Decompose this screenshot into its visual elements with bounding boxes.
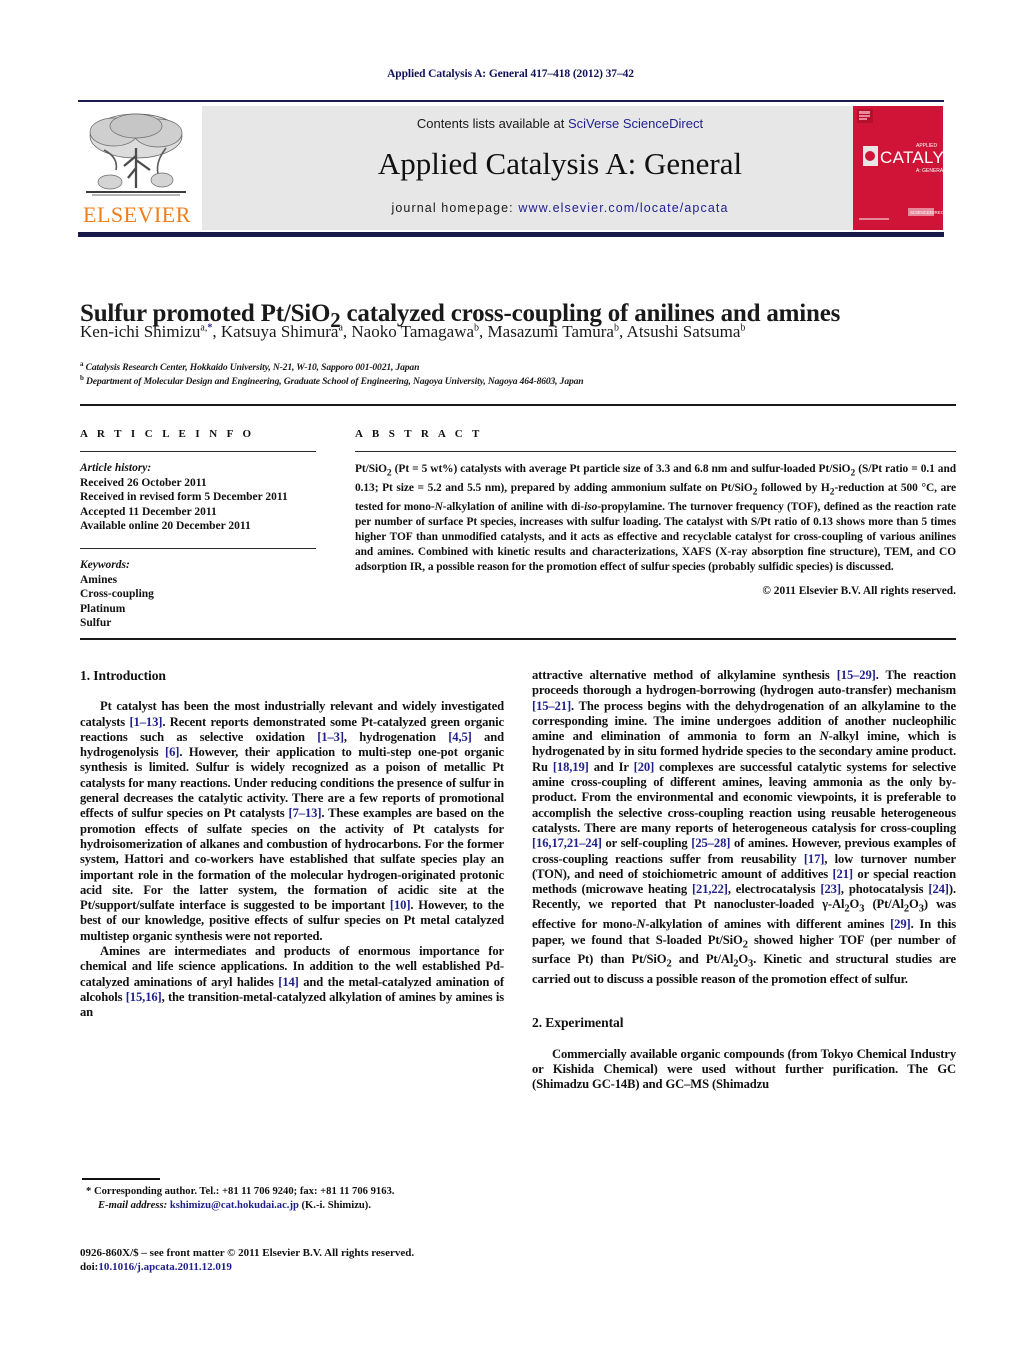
elsevier-wordmark: ELSEVIER bbox=[83, 202, 191, 227]
info-band-bottom-rule bbox=[80, 638, 956, 640]
affiliation-b: b Department of Molecular Design and Eng… bbox=[80, 374, 960, 387]
email-note: E-mail address: kshimizu@cat.hokudai.ac.… bbox=[80, 1199, 504, 1213]
svg-text:SCIENCEDIRECT: SCIENCEDIRECT bbox=[910, 210, 943, 215]
info-band-top-rule bbox=[80, 404, 956, 406]
article-history-label: Article history: bbox=[80, 462, 152, 474]
author-affil-mark: b bbox=[740, 322, 746, 334]
elsevier-logo[interactable]: ELSEVIER bbox=[78, 104, 196, 230]
affiliation-a: a Catalysis Research Center, Hokkaido Un… bbox=[80, 360, 960, 373]
journal-title: Applied Catalysis A: General bbox=[377, 146, 743, 181]
svg-text:CATALYSIS: CATALYSIS bbox=[880, 148, 943, 167]
paragraph: Commercially available organic compounds… bbox=[532, 1046, 956, 1092]
history-received: Received 26 October 2011 bbox=[80, 476, 207, 489]
copyright-line: © 2011 Elsevier B.V. All rights reserved… bbox=[762, 584, 956, 597]
keywords-divider bbox=[80, 547, 316, 549]
article-info-heading: A R T I C L E I N F O bbox=[80, 428, 255, 440]
article-info-column: A R T I C L E I N F O Article history: R… bbox=[80, 428, 316, 631]
history-online: Available online 20 December 2011 bbox=[80, 520, 251, 533]
footnote-rule bbox=[82, 1178, 160, 1180]
article-history-block: Article history: Received 26 October 201… bbox=[80, 461, 316, 534]
doi-link[interactable]: 10.1016/j.apcata.2011.12.019 bbox=[98, 1261, 232, 1273]
masthead-bottom-rule bbox=[78, 232, 944, 237]
doi-line: doi:10.1016/j.apcata.2011.12.019 bbox=[80, 1260, 550, 1274]
abstract-text: Pt/SiO2 (Pt = 5 wt%) catalysts with aver… bbox=[355, 463, 956, 573]
affiliation-text: Catalysis Research Center, Hokkaido Univ… bbox=[85, 362, 420, 374]
paragraph: Amines are intermediates and products of… bbox=[80, 944, 504, 1020]
contents-banner: Contents lists available at SciVerse Sci… bbox=[202, 106, 918, 230]
section-heading-experimental: 2. Experimental bbox=[532, 1015, 624, 1031]
email-owner: (K.-i. Shimizu). bbox=[298, 1199, 371, 1211]
homepage-prefix: journal homepage: bbox=[391, 201, 519, 215]
author-name[interactable]: Masazumi Tamura bbox=[488, 322, 614, 341]
author-affil-mark: b bbox=[613, 322, 619, 334]
affiliation-text: Department of Molecular Design and Engin… bbox=[86, 376, 584, 388]
journal-masthead: ELSEVIER Contents lists available at Sci… bbox=[78, 104, 944, 230]
imprint-block: 0926-860X/$ – see front matter © 2011 El… bbox=[80, 1246, 550, 1275]
affiliation-mark: b bbox=[80, 374, 84, 382]
keyword-item[interactable]: Amines bbox=[80, 573, 316, 588]
author-affil-mark: a bbox=[338, 322, 343, 334]
history-revised: Received in revised form 5 December 2011 bbox=[80, 491, 288, 504]
contents-prefix: Contents lists available at bbox=[416, 116, 568, 131]
running-head: Applied Catalysis A: General 417–418 (20… bbox=[387, 68, 634, 80]
keyword-item[interactable]: Sulfur bbox=[80, 616, 316, 631]
contents-available-line: Contents lists available at SciVerse Sci… bbox=[202, 116, 918, 131]
paragraph: attractive alternative method of alkylam… bbox=[532, 668, 957, 987]
affiliation-mark: a bbox=[80, 360, 84, 368]
elsevier-tree-icon bbox=[86, 113, 186, 196]
keyword-item[interactable]: Platinum bbox=[80, 602, 316, 617]
article-page: Applied Catalysis A: General 417–418 (20… bbox=[0, 0, 1021, 1351]
body-column-left: 1. Introduction Pt catalyst has been the… bbox=[80, 668, 504, 1021]
corresponding-author-note: * Corresponding author. Tel.: +81 11 706… bbox=[86, 1186, 395, 1197]
history-accepted: Accepted 11 December 2011 bbox=[80, 505, 217, 518]
journal-cover-thumbnail[interactable]: CATALYSIS APPLIED A: GENERAL SCIENCEDIRE… bbox=[853, 106, 943, 230]
keyword-item[interactable]: Cross-coupling bbox=[80, 587, 316, 602]
journal-cover-art: CATALYSIS APPLIED A: GENERAL SCIENCEDIRE… bbox=[853, 106, 943, 230]
abstract-divider bbox=[355, 451, 956, 452]
author-affil-mark: b bbox=[474, 322, 480, 334]
homepage-url-link[interactable]: www.elsevier.com/locate/apcata bbox=[518, 201, 728, 215]
journal-homepage-line: journal homepage: www.elsevier.com/locat… bbox=[202, 201, 918, 215]
abstract-heading: A B S T R A C T bbox=[355, 428, 483, 440]
author-list: Ken-ichi Shimizua,*, Katsuya Shimuraa, N… bbox=[80, 322, 746, 341]
abstract-column: A B S T R A C T Pt/SiO2 (Pt = 5 wt%) cat… bbox=[355, 428, 956, 597]
paragraph: Pt catalyst has been the most industrial… bbox=[80, 699, 505, 943]
author-name[interactable]: Katsuya Shimura bbox=[221, 322, 339, 341]
svg-text:A: GENERAL: A: GENERAL bbox=[916, 168, 943, 174]
author-name[interactable]: Atsushi Satsuma bbox=[627, 322, 741, 341]
article-info-divider bbox=[80, 451, 316, 452]
author-name[interactable]: Naoko Tamagawa bbox=[351, 322, 474, 341]
sciencedirect-link[interactable]: SciVerse ScienceDirect bbox=[568, 116, 703, 131]
issn-front-matter-line: 0926-860X/$ – see front matter © 2011 El… bbox=[80, 1247, 415, 1259]
masthead-top-rule bbox=[78, 100, 944, 102]
keywords-block: Keywords: Amines Cross-coupling Platinum… bbox=[80, 558, 316, 631]
corresponding-author-marker[interactable]: * bbox=[207, 322, 212, 333]
svg-text:APPLIED: APPLIED bbox=[916, 143, 938, 149]
email-link[interactable]: kshimizu@cat.hokudai.ac.jp bbox=[170, 1200, 299, 1211]
email-label: E-mail address: bbox=[98, 1199, 168, 1211]
doi-label: doi: bbox=[80, 1261, 99, 1274]
footnote-block: * Corresponding author. Tel.: +81 11 706… bbox=[80, 1185, 504, 1212]
body-column-right: attractive alternative method of alkylam… bbox=[532, 668, 956, 1093]
section-heading-introduction: 1. Introduction bbox=[80, 668, 166, 683]
keywords-label: Keywords: bbox=[80, 558, 130, 571]
author-name[interactable]: Ken-ichi Shimizu bbox=[80, 322, 200, 341]
